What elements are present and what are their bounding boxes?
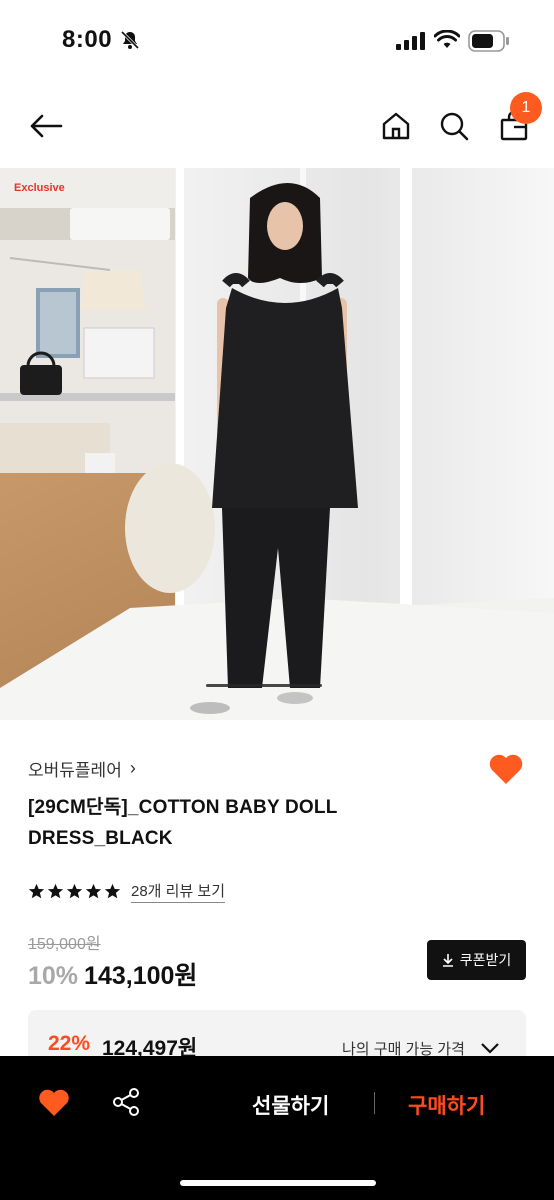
coupon-label: 쿠폰받기 (459, 952, 512, 968)
cellular-signal-icon (396, 32, 425, 50)
exclusive-label: Exclusive (14, 182, 65, 194)
gift-button[interactable]: 선물하기 (252, 1090, 329, 1120)
heart-icon[interactable] (488, 752, 524, 786)
rating-stars (28, 883, 121, 900)
search-button[interactable] (434, 106, 474, 146)
brand-link[interactable]: 오버듀플레어 › (28, 756, 136, 781)
status-time: 8:00 (62, 26, 113, 53)
price-row: 10% 143,100원 (28, 956, 197, 992)
sale-price: 143,100원 (84, 962, 198, 990)
coupon-download-button[interactable]: 쿠폰받기 (427, 940, 526, 980)
star-icon (104, 883, 121, 899)
heart-icon[interactable] (38, 1088, 70, 1118)
home-button[interactable] (376, 106, 416, 146)
product-title: [29CM단독]_COTTON BABY DOLL DRESS_BLACK (28, 797, 338, 849)
divider (374, 1092, 375, 1114)
wifi-icon (434, 30, 460, 48)
buy-button[interactable]: 구매하기 (408, 1090, 485, 1120)
image-carousel-indicator (206, 684, 322, 687)
product-photo (0, 168, 554, 720)
star-icon (66, 883, 83, 899)
discount-rate: 10% (28, 962, 79, 990)
member-discount-rate: 22% (48, 1032, 91, 1055)
review-link[interactable]: 28개 리뷰 보기 (131, 880, 226, 903)
bell-slash-icon (120, 30, 140, 50)
battery-icon (468, 30, 509, 52)
cart-count-badge: 1 (510, 92, 542, 124)
back-button[interactable] (26, 106, 66, 146)
rating: 28개 리뷰 보기 (28, 880, 226, 903)
star-icon (28, 883, 45, 899)
home-indicator (180, 1180, 376, 1186)
star-icon (85, 883, 102, 899)
share-icon[interactable] (110, 1086, 142, 1118)
top-nav-bar (0, 84, 554, 168)
brand-name: 오버듀플레어 (28, 761, 122, 780)
original-price: 159,000원 (28, 936, 101, 953)
arrow-left-icon (30, 114, 63, 138)
download-icon (442, 954, 453, 967)
chevron-right-icon: › (129, 758, 136, 778)
search-icon (440, 112, 469, 141)
chevron-down-icon[interactable] (480, 1038, 500, 1058)
bottom-action-bar: 선물하기 구매하기 (0, 1056, 554, 1200)
home-icon (382, 112, 410, 140)
product-image[interactable] (0, 168, 554, 720)
star-icon (47, 883, 64, 899)
status-bar: 8:00 (0, 0, 554, 84)
